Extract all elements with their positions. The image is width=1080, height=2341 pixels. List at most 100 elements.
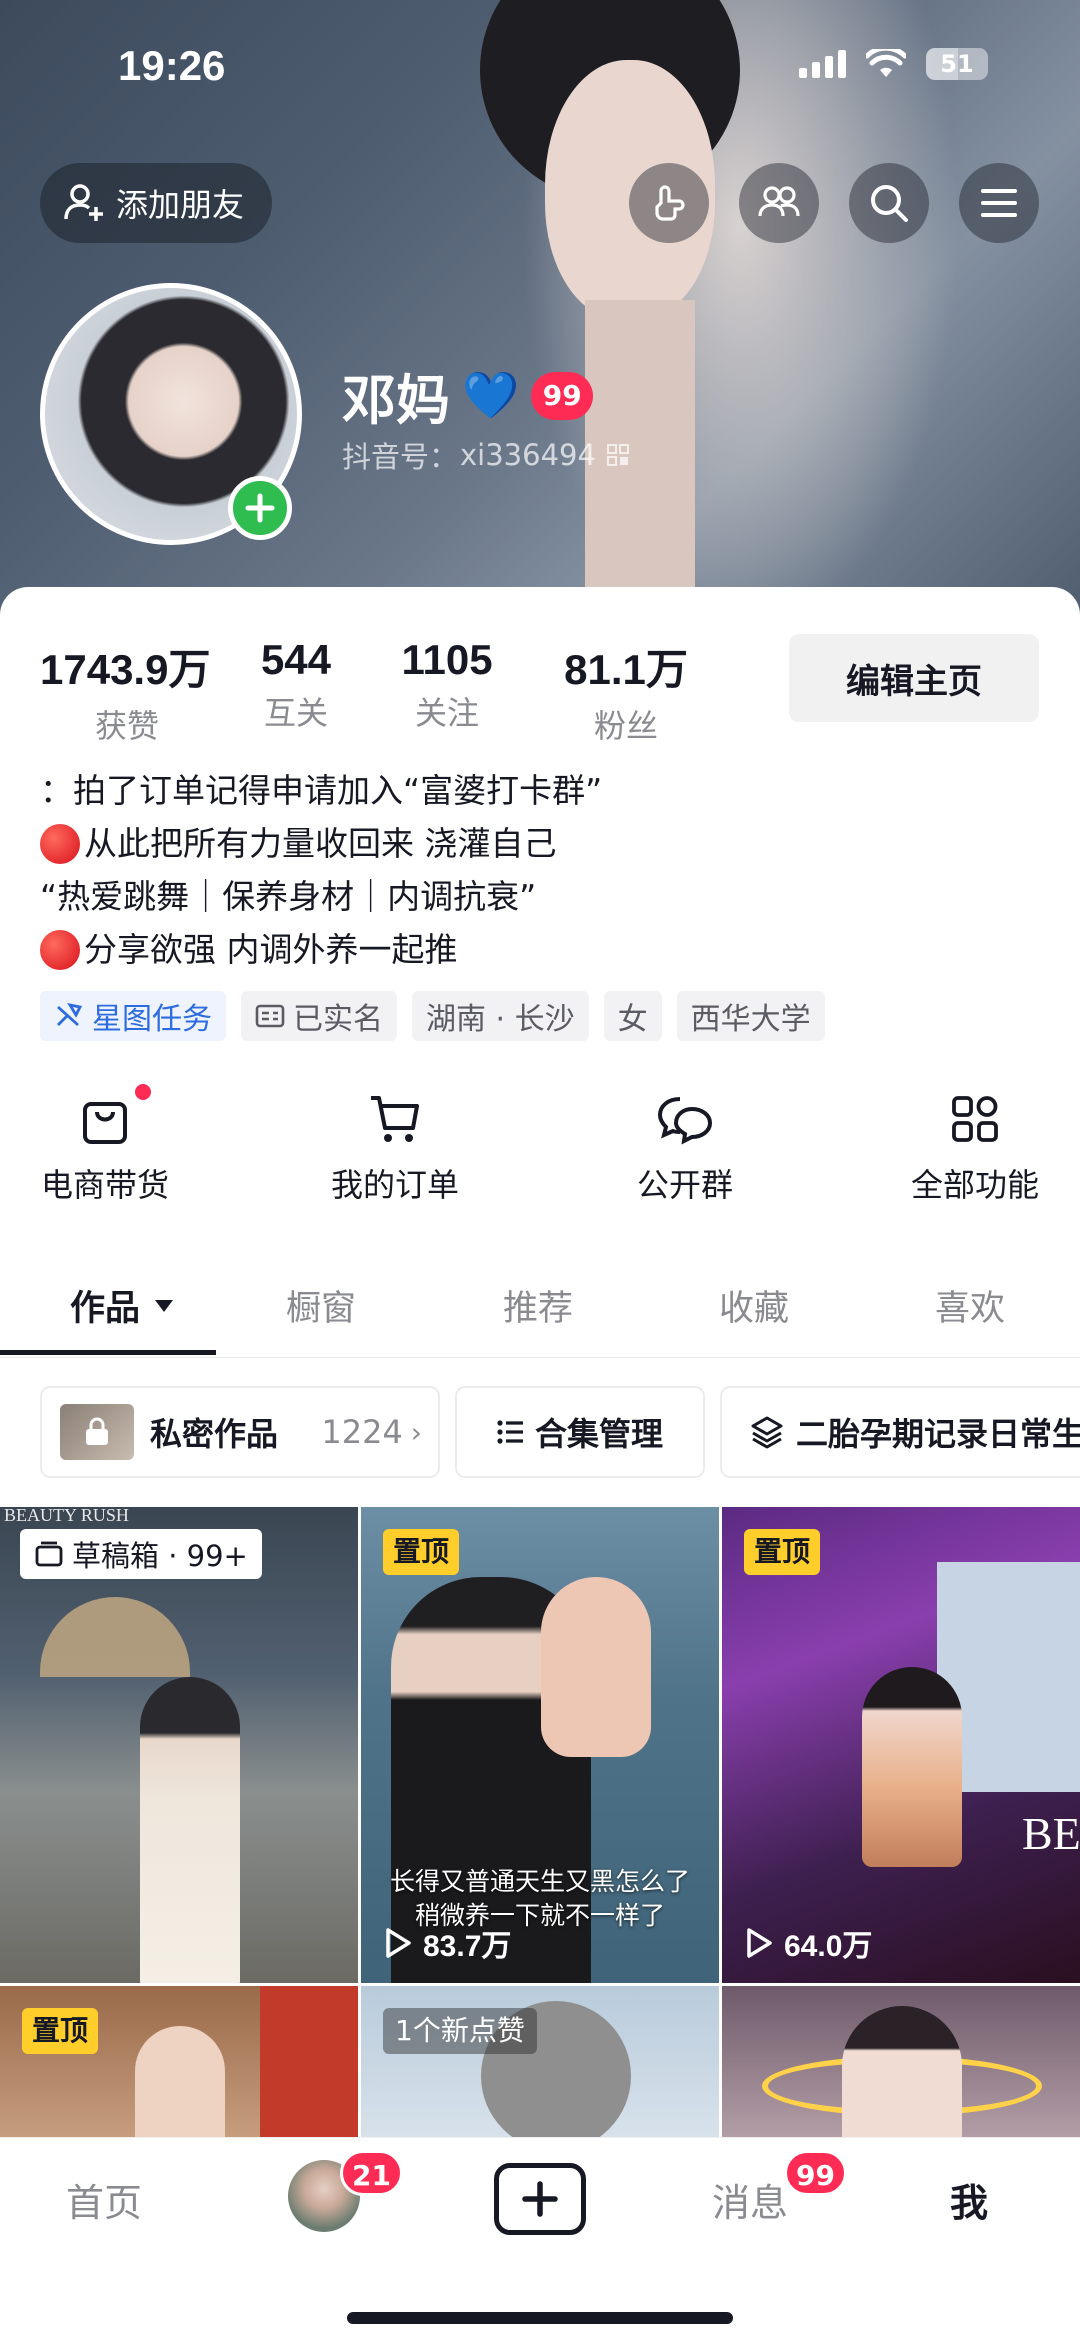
pinned-badge: 置顶: [22, 2008, 99, 2054]
stats-row: 1743.9万获赞 544 互关 1105 关注 81.1万 粉丝: [40, 636, 726, 747]
private-works-count: 1224: [321, 1413, 403, 1451]
menu-icon: [981, 189, 1017, 217]
red-circle-icon: [40, 929, 80, 970]
hand-button[interactable]: [629, 163, 709, 243]
add-friend-button[interactable]: 添加朋友: [40, 163, 273, 243]
func-shop[interactable]: 电商带货: [5, 1084, 205, 1206]
bio-line: ：拍了订单记得申请加入“富婆打卡群”: [40, 771, 603, 810]
content-tabs: 作品 橱窗 推荐 收藏 喜欢: [0, 1272, 1080, 1358]
profile-name-row: 邓妈 💙 99: [342, 356, 594, 435]
plus-icon: [245, 493, 275, 523]
drafts-icon: [35, 1541, 63, 1567]
tab-works[interactable]: 作品: [70, 1280, 174, 1331]
notification-badge[interactable]: 99: [531, 371, 594, 420]
stat-following[interactable]: 1105 关注: [368, 636, 526, 747]
video-thumbnail[interactable]: 1个新点赞: [361, 1986, 719, 2137]
bottom-nav: 首页 21 消息 99 我: [0, 2137, 1080, 2341]
menu-button[interactable]: [959, 163, 1039, 243]
avatar-add-button[interactable]: [228, 476, 292, 540]
stat-value: 1743.9万: [40, 646, 211, 693]
video-thumbnail[interactable]: 置顶 长得又普通天生又黑怎么了 稍微养一下就不一样了 83.7万: [361, 1507, 719, 1983]
func-group[interactable]: 公开群: [585, 1090, 785, 1206]
wifi-icon: [866, 49, 906, 77]
thumb-text: BE: [1022, 1808, 1080, 1859]
status-time: 19:26: [118, 42, 226, 89]
caret-down-icon: [155, 1299, 174, 1312]
bio-line: 分享欲强 内调外养一起推: [40, 923, 602, 976]
cart-icon: [371, 1096, 419, 1142]
home-indicator[interactable]: [347, 2312, 733, 2324]
stat-mutual[interactable]: 544 互关: [218, 636, 368, 747]
friends-button[interactable]: [739, 163, 819, 243]
stat-followers[interactable]: 81.1万 粉丝: [526, 636, 726, 747]
battery-indicator: 51: [926, 48, 988, 80]
play-icon: [747, 1928, 772, 1958]
search-button[interactable]: [849, 163, 929, 243]
video-thumbnail[interactable]: [722, 1986, 1080, 2137]
thumb-figure: [862, 1667, 962, 1867]
thumb-figure: [140, 1677, 240, 1983]
blue-heart-icon: 💙: [462, 368, 520, 422]
apps-grid-icon: [952, 1096, 998, 1142]
douyin-id[interactable]: 抖音号： xi336494: [342, 434, 630, 476]
hand-icon: [655, 185, 685, 221]
tag-school: 西华大学: [676, 991, 825, 1041]
tab-favorites[interactable]: 收藏: [719, 1280, 789, 1331]
lock-icon: [86, 1417, 108, 1445]
active-tab-indicator: [0, 1350, 216, 1355]
tag-star-task[interactable]: 星图任务: [40, 991, 226, 1041]
func-orders[interactable]: 我的订单: [295, 1090, 495, 1206]
play-count: 64.0万: [744, 1921, 872, 1965]
tag-verified: 已实名: [241, 991, 397, 1041]
friends-badge: 21: [340, 2150, 403, 2196]
friends-icon: [758, 186, 800, 217]
play-icon: [386, 1928, 411, 1958]
shopping-bag-icon: [83, 1102, 127, 1144]
profile-tags: 星图任务 已实名 湖南 · 长沙 女 西华大学: [40, 991, 825, 1041]
nav-home[interactable]: 首页: [66, 2172, 142, 2227]
layers-icon: [751, 1416, 783, 1449]
tab-recommend[interactable]: 推荐: [503, 1280, 573, 1331]
tag-gender: 女: [603, 991, 662, 1041]
red-dot: [135, 1084, 151, 1100]
collection-chips: 私密作品 1224 › 合集管理 二胎孕期记录日常生: [0, 1386, 1080, 1478]
messages-badge: 99: [784, 2150, 847, 2196]
tab-window[interactable]: 橱窗: [286, 1280, 356, 1331]
private-works-chip[interactable]: 私密作品 1224 ›: [40, 1386, 440, 1478]
nav-messages[interactable]: 消息: [712, 2172, 788, 2227]
tag-location: 湖南 · 长沙: [412, 991, 589, 1041]
signal-icon: [799, 50, 846, 78]
chat-group-icon: [657, 1097, 713, 1145]
add-friend-label: 添加朋友: [116, 186, 245, 224]
stat-value: 544: [260, 636, 332, 683]
edit-profile-button[interactable]: 编辑主页: [789, 634, 1039, 722]
bio: ：拍了订单记得申请加入“富婆打卡群” 从此把所有力量收回来 浇灌自己 “热爱跳舞…: [40, 764, 602, 976]
thumb-sign: [260, 1986, 358, 2137]
search-icon: [871, 185, 908, 222]
tab-likes[interactable]: 喜欢: [935, 1280, 1005, 1331]
stat-likes[interactable]: 1743.9万获赞: [40, 636, 218, 747]
red-circle-icon: [40, 823, 80, 864]
new-like-badge: 1个新点赞: [383, 2008, 537, 2054]
stat-label: 获赞: [95, 707, 160, 745]
private-thumb: [60, 1404, 134, 1460]
play-count: 83.7万: [383, 1921, 511, 1965]
id-card-icon: [255, 1004, 285, 1028]
douyin-id-label: 抖音号：: [342, 440, 459, 474]
create-button[interactable]: [494, 2163, 586, 2235]
thumb-baby: [541, 1577, 651, 1757]
function-row: 电商带货 我的订单 公开群 全部功能: [0, 1084, 1080, 1210]
stat-label: 粉丝: [593, 707, 658, 745]
video-thumbnail[interactable]: BEAUTY RUSH 草稿箱 · 99+: [0, 1507, 358, 1983]
nav-me[interactable]: 我: [950, 2172, 988, 2227]
drafts-badge[interactable]: 草稿箱 · 99+: [20, 1529, 262, 1579]
collection-chip[interactable]: 二胎孕期记录日常生: [720, 1386, 1080, 1478]
video-thumbnail[interactable]: BE 置顶 64.0万: [722, 1507, 1080, 1983]
plus-icon: [522, 2181, 558, 2217]
collection-manage-chip[interactable]: 合集管理: [455, 1386, 705, 1478]
func-all[interactable]: 全部功能: [875, 1090, 1075, 1206]
status-icons: 51: [799, 48, 988, 80]
video-thumbnail[interactable]: 置顶: [0, 1986, 358, 2137]
pinned-badge: 置顶: [383, 1529, 460, 1575]
list-icon: [497, 1420, 523, 1444]
